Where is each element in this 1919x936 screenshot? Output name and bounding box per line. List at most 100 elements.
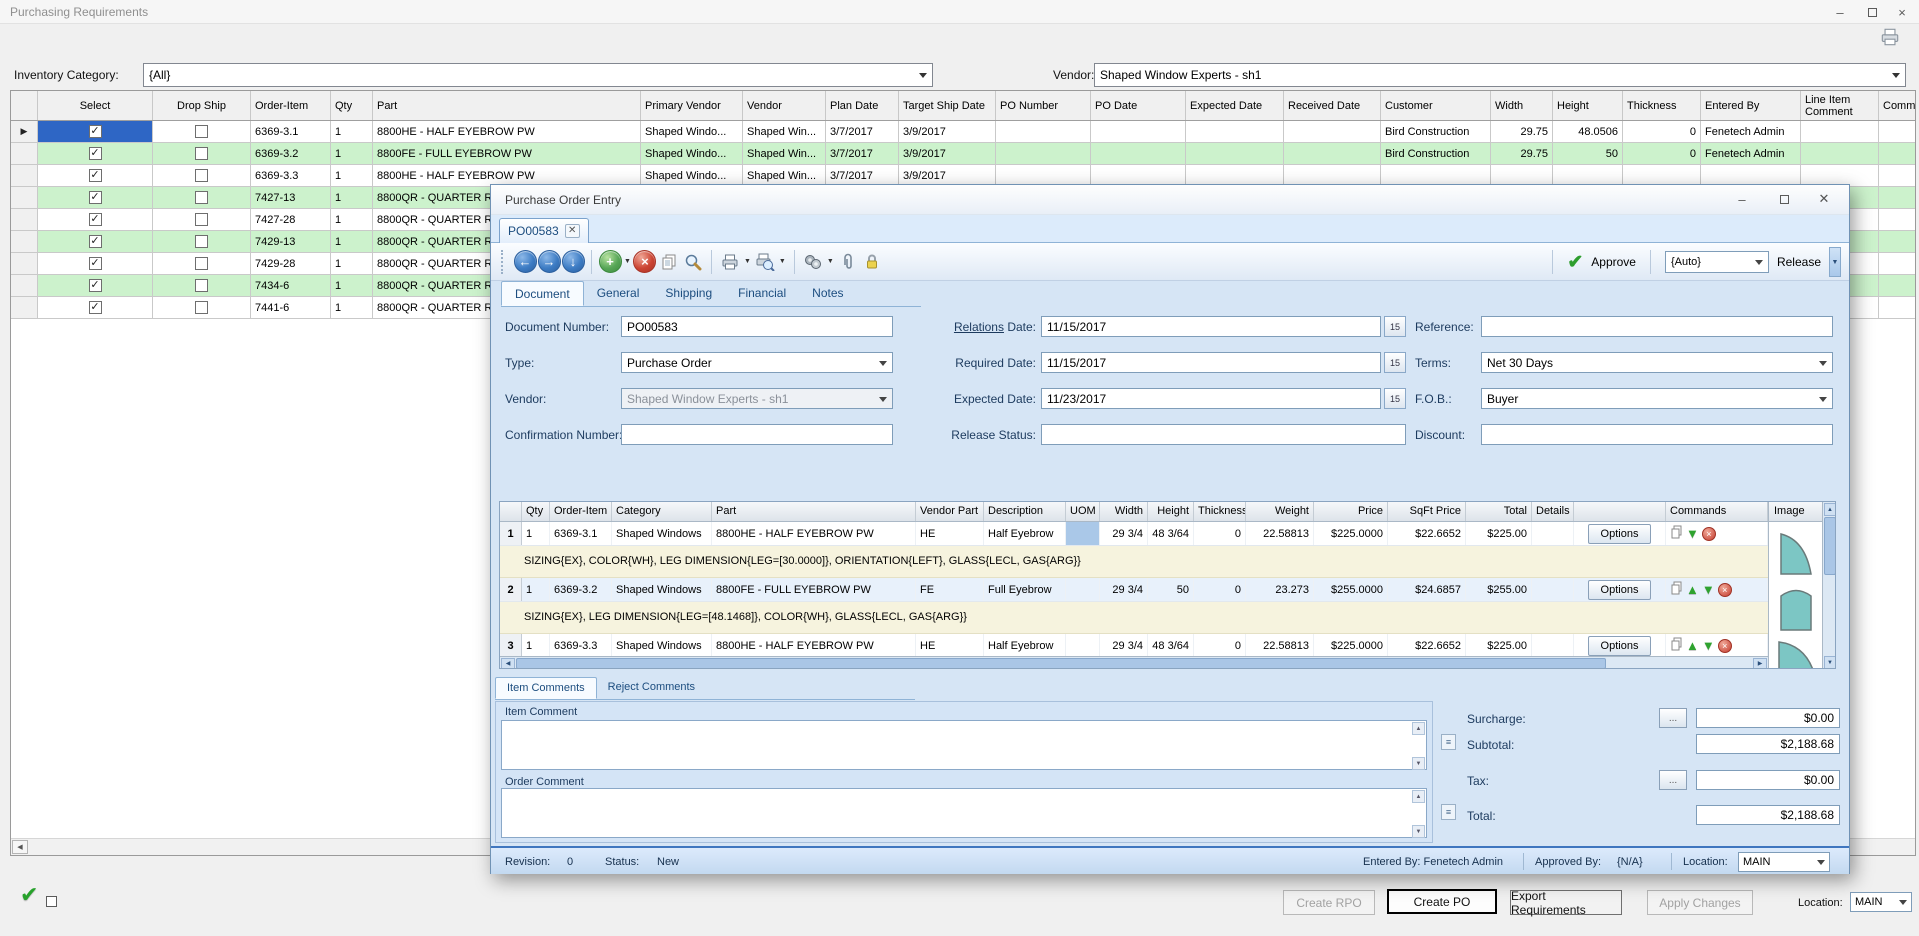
cell-drop_ship[interactable] [153, 275, 251, 296]
drop_ship-checkbox[interactable] [195, 125, 208, 138]
add-icon[interactable]: + [599, 250, 622, 273]
cell-selector[interactable] [11, 209, 38, 230]
cell-qty[interactable]: 1 [331, 231, 373, 252]
print-icon[interactable] [1879, 27, 1901, 50]
cell-thickness[interactable]: 0 [1623, 121, 1701, 142]
reference-field[interactable] [1481, 316, 1833, 337]
order-comment-textarea[interactable]: ▲▼ [501, 788, 1427, 838]
drop_ship-checkbox[interactable] [195, 147, 208, 160]
select-checkbox[interactable]: ✓ [89, 147, 102, 160]
scroll-left-icon[interactable]: ◀ [12, 840, 28, 854]
column-header-target_ship_date[interactable]: Target Ship Date [899, 91, 996, 120]
select-checkbox[interactable]: ✓ [89, 279, 102, 292]
cell-part[interactable]: 8800HE - HALF EYEBROW PW [373, 121, 641, 142]
grid-cell-sqft_price[interactable]: $22.6652 [1388, 634, 1466, 657]
fob-select[interactable]: Buyer [1481, 388, 1833, 409]
drop_ship-checkbox[interactable] [195, 191, 208, 204]
grid-cell-uom[interactable] [1066, 578, 1100, 601]
cell-comments[interactable] [1879, 143, 1916, 164]
column-header-customer[interactable]: Customer [1381, 91, 1491, 120]
copy-icon[interactable] [657, 249, 681, 275]
cell-comments[interactable] [1879, 209, 1916, 230]
cell-customer[interactable]: Bird Construction [1381, 121, 1491, 142]
column-header-width[interactable]: Width [1491, 91, 1553, 120]
move-down-icon[interactable]: ▼ [1686, 527, 1699, 540]
chevron-down-icon[interactable]: ▼ [624, 258, 631, 265]
cell-line_item_comment[interactable] [1801, 121, 1879, 142]
cell-customer[interactable]: Bird Construction [1381, 143, 1491, 164]
grid-cell-details[interactable] [1532, 634, 1574, 657]
cell-order_item[interactable]: 7427-13 [251, 187, 331, 208]
cell-target_ship_date[interactable]: 3/9/2017 [899, 165, 996, 186]
dialog-maximize-icon[interactable] [1767, 189, 1801, 209]
calendar-icon[interactable]: 15 [1384, 352, 1406, 373]
select-all-check-icon[interactable]: ✔ [20, 882, 38, 908]
grid-cell-num[interactable]: 2 [500, 578, 522, 601]
grid-cell-options[interactable]: Options [1574, 634, 1666, 657]
create-po-button[interactable]: Create PO [1387, 889, 1497, 914]
grid-cell-total[interactable]: $255.00 [1466, 578, 1532, 601]
grid-cell-category[interactable]: Shaped Windows [612, 634, 712, 657]
grid-column-header-category[interactable]: Category [612, 502, 712, 521]
grid-cell-qty[interactable]: 1 [522, 578, 550, 601]
grid-row[interactable]: 216369-3.2Shaped Windows8800FE - FULL EY… [500, 578, 1768, 602]
drop_ship-checkbox[interactable] [195, 257, 208, 270]
approve-check-icon[interactable]: ✔ [1567, 251, 1583, 274]
create-rpo-button[interactable]: Create RPO [1283, 890, 1375, 915]
expected-date-field[interactable]: 11/23/2017 [1041, 388, 1381, 409]
toolbar-overflow-icon[interactable]: ▼ [1829, 247, 1841, 277]
cell-selector[interactable] [11, 165, 38, 186]
grid-cell-qty[interactable]: 1 [522, 634, 550, 657]
grid-cell-width[interactable]: 29 3/4 [1100, 634, 1148, 657]
move-down-icon[interactable]: ▼ [1702, 583, 1715, 596]
grid-column-header-weight[interactable]: Weight [1246, 502, 1314, 521]
cell-received_date[interactable] [1284, 121, 1381, 142]
cell-height[interactable]: 48.0506 [1553, 121, 1623, 142]
grid-cell-weight[interactable]: 23.273 [1246, 578, 1314, 601]
cell-plan_date[interactable]: 3/7/2017 [826, 121, 899, 142]
cell-qty[interactable]: 1 [331, 121, 373, 142]
grid-cell-details[interactable] [1532, 578, 1574, 601]
cell-comments[interactable] [1879, 121, 1916, 142]
footer-location-select[interactable]: MAIN [1850, 892, 1912, 912]
tab-financial[interactable]: Financial [725, 281, 799, 306]
grid-cell-num[interactable]: 1 [500, 522, 522, 545]
delete-line-icon[interactable]: × [1718, 639, 1732, 653]
tab-notes[interactable]: Notes [799, 281, 856, 306]
grid-cell-part[interactable]: 8800HE - HALF EYEBROW PW [712, 522, 916, 545]
drop_ship-checkbox[interactable] [195, 213, 208, 226]
grid-cell-price[interactable]: $225.0000 [1314, 522, 1388, 545]
drop_ship-checkbox[interactable] [195, 301, 208, 314]
select-checkbox[interactable]: ✓ [89, 301, 102, 314]
cell-primary_vendor[interactable]: Shaped Windo... [641, 165, 743, 186]
spinner-up-icon[interactable]: ▲ [1412, 790, 1425, 803]
cell-part[interactable]: 8800HE - HALF EYEBROW PW [373, 165, 641, 186]
cell-po_date[interactable] [1091, 165, 1186, 186]
column-header-height[interactable]: Height [1553, 91, 1623, 120]
tab-shipping[interactable]: Shipping [652, 281, 725, 306]
calendar-icon[interactable]: 15 [1384, 316, 1406, 337]
cell-vendor[interactable]: Shaped Win... [743, 143, 826, 164]
export-requirements-button[interactable]: Export Requirements [1510, 890, 1622, 915]
grid-column-header-description[interactable]: Description [984, 502, 1066, 521]
tab-general[interactable]: General [584, 281, 653, 306]
column-header-selector[interactable] [11, 91, 38, 120]
grid-cell-height[interactable]: 48 3/64 [1148, 634, 1194, 657]
drop_ship-checkbox[interactable] [195, 235, 208, 248]
cell-drop_ship[interactable] [153, 297, 251, 318]
cell-select[interactable]: ✓ [38, 297, 153, 318]
grid-cell-description[interactable]: Half Eyebrow [984, 634, 1066, 657]
tax-value[interactable]: $0.00 [1696, 770, 1840, 790]
column-header-plan_date[interactable]: Plan Date [826, 91, 899, 120]
drop_ship-checkbox[interactable] [195, 169, 208, 182]
cell-line_item_comment[interactable] [1801, 165, 1879, 186]
cell-customer[interactable] [1381, 165, 1491, 186]
grid-cell-price[interactable]: $225.0000 [1314, 634, 1388, 657]
column-header-order_item[interactable]: Order-Item [251, 91, 331, 120]
grid-cell-thickness[interactable]: 0 [1194, 522, 1246, 545]
column-header-received_date[interactable]: Received Date [1284, 91, 1381, 120]
grid-hscrollbar[interactable]: ◀ ▶ [500, 656, 1768, 669]
grid-cell-total[interactable]: $225.00 [1466, 634, 1532, 657]
copy-line-icon[interactable] [1670, 525, 1683, 542]
delete-line-icon[interactable]: × [1702, 527, 1716, 541]
